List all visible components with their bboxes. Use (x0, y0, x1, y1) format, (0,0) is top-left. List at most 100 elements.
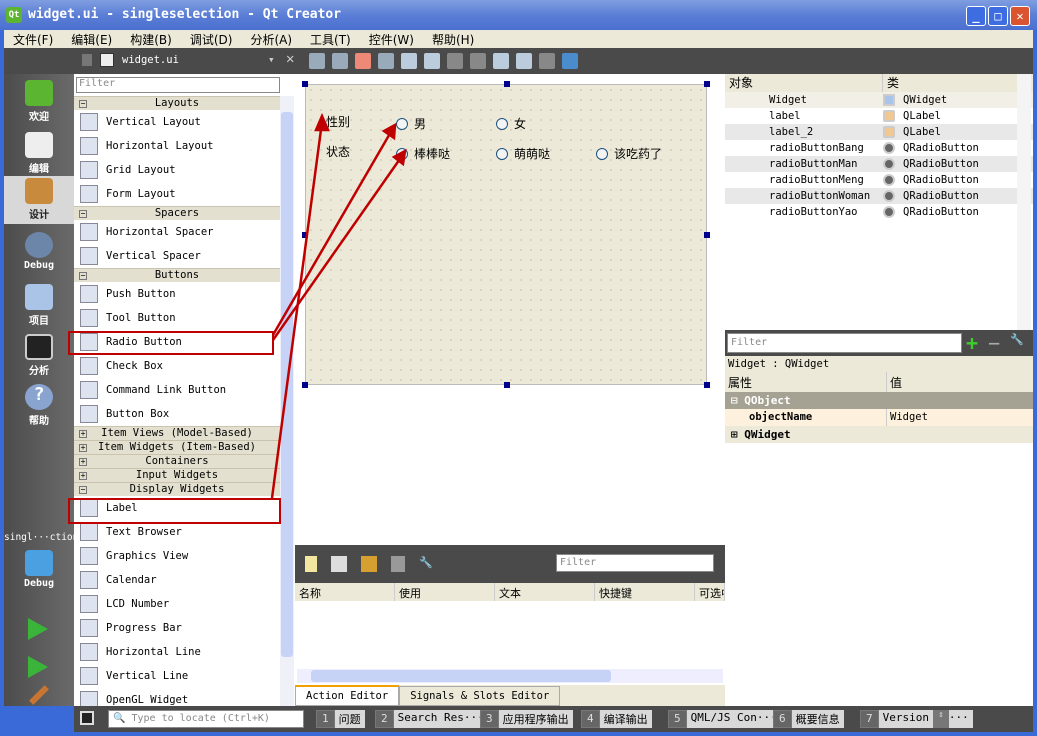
object-row[interactable]: radioButtonWoman QRadioButton (725, 188, 1033, 204)
column-value[interactable]: 值 (887, 372, 905, 392)
form-canvas[interactable]: 性别 状态 男 女 棒棒哒 萌萌哒 该吃药了 (305, 84, 707, 385)
mode-edit[interactable]: 编辑 (4, 130, 74, 180)
category-header[interactable]: + Containers (74, 454, 280, 468)
widget-item[interactable]: Horizontal Layout (74, 134, 280, 158)
group-qobject[interactable]: ⊟ QObject (725, 392, 1033, 409)
output-pane-button[interactable]: 1 问题 (316, 710, 365, 728)
category-header[interactable]: + Input Widgets (74, 468, 280, 482)
tab-action-editor[interactable]: Action Editor (295, 685, 400, 706)
widget-item[interactable]: LCD Number (74, 592, 280, 616)
collapse-icon[interactable]: − (79, 210, 87, 218)
widget-item[interactable]: Command Link Button (74, 378, 280, 402)
widget-filter-input[interactable]: Filter (76, 77, 280, 93)
category-header[interactable]: − Spacers (74, 206, 280, 220)
output-pane-button[interactable]: 7 Version Co··· (860, 710, 973, 728)
add-property-icon[interactable]: + (966, 331, 978, 355)
mode-welcome[interactable]: 欢迎 (4, 78, 74, 128)
radio-woman[interactable]: 女 (496, 115, 526, 132)
widget-item[interactable]: Grid Layout (74, 158, 280, 182)
output-pane-button[interactable]: 2 Search Res··· (375, 710, 488, 728)
object-row[interactable]: radioButtonBang QRadioButton (725, 140, 1033, 156)
widget-item[interactable]: Vertical Spacer (74, 244, 280, 268)
category-header[interactable]: − Layouts (74, 96, 280, 110)
widget-item[interactable]: Form Layout (74, 182, 280, 206)
category-header[interactable]: + Item Views (Model-Based) (74, 426, 280, 440)
property-row-objectname[interactable]: objectName Widget (725, 409, 1033, 426)
widget-item[interactable]: Push Button (74, 282, 280, 306)
expand-icon[interactable]: + (79, 472, 87, 480)
mode-debug[interactable]: Debug (4, 230, 74, 280)
adjust-size-icon[interactable] (562, 53, 578, 69)
column-object[interactable]: 对象 (725, 74, 883, 92)
layout-form-icon[interactable] (493, 53, 509, 69)
widget-item[interactable]: Text Browser (74, 520, 280, 544)
resize-handle[interactable] (302, 81, 308, 87)
run-icon[interactable] (28, 618, 48, 640)
layout-horizontal-icon[interactable] (401, 53, 417, 69)
new-action-icon[interactable] (305, 556, 317, 572)
build-hammer-icon[interactable] (29, 685, 49, 705)
expand-icon[interactable]: + (79, 430, 87, 438)
close-document-icon[interactable]: ✕ (286, 51, 294, 67)
object-row[interactable]: radioButtonMan QRadioButton (725, 156, 1033, 172)
menu-help[interactable]: 帮助(H) (423, 30, 483, 49)
radio-man[interactable]: 男 (396, 115, 426, 132)
collapse-icon[interactable]: − (79, 100, 87, 108)
column-shortcut[interactable]: 快捷键 (595, 583, 695, 601)
widget-item[interactable]: Graphics View (74, 544, 280, 568)
layout-splitter-v-icon[interactable] (470, 53, 486, 69)
edit-signals-icon[interactable] (332, 53, 348, 69)
category-header[interactable]: − Display Widgets (74, 482, 280, 496)
remove-property-icon[interactable]: − (988, 331, 1000, 355)
object-row[interactable]: label_2 QLabel (725, 124, 1033, 140)
category-header[interactable]: − Buttons (74, 268, 280, 282)
output-pane-button[interactable]: 6 概要信息 (773, 710, 844, 728)
locator-input[interactable]: 🔍 Type to locate (Ctrl+K) (108, 710, 304, 728)
settings-wrench-icon[interactable]: 🔧 (419, 556, 435, 572)
resize-handle[interactable] (704, 81, 710, 87)
label-status[interactable]: 状态 (326, 143, 350, 160)
radio-yao[interactable]: 该吃药了 (596, 145, 662, 162)
resize-handle[interactable] (504, 382, 510, 388)
break-layout-icon[interactable] (539, 53, 555, 69)
group-qwidget[interactable]: ⊞ QWidget (725, 426, 1033, 443)
edit-widgets-icon[interactable] (309, 53, 325, 69)
column-text[interactable]: 文本 (495, 583, 595, 601)
object-row[interactable]: Widget QWidget (725, 92, 1033, 108)
expand-icon[interactable]: + (79, 458, 87, 466)
menu-tools[interactable]: 工具(T) (301, 30, 360, 49)
menu-edit[interactable]: 编辑(E) (62, 30, 121, 49)
resize-handle[interactable] (302, 382, 308, 388)
resize-handle[interactable] (704, 382, 710, 388)
mode-analyze[interactable]: 分析 (4, 332, 74, 382)
minimize-button[interactable]: _ (966, 6, 986, 26)
radio-meng[interactable]: 萌萌哒 (496, 145, 550, 162)
widget-item[interactable]: Vertical Layout (74, 110, 280, 134)
widget-item[interactable]: Progress Bar (74, 616, 280, 640)
layout-vertical-icon[interactable] (424, 53, 440, 69)
resize-handle[interactable] (704, 232, 710, 238)
layout-grid-icon[interactable] (516, 53, 532, 69)
menu-analyze[interactable]: 分析(A) (241, 30, 301, 49)
widget-box-scrollbar[interactable] (280, 96, 294, 706)
mode-projects[interactable]: 项目 (4, 282, 74, 332)
mode-design[interactable]: 设计 (4, 176, 74, 224)
tab-signals-slots[interactable]: Signals & Slots Editor (399, 686, 561, 706)
copy-action-icon[interactable] (331, 556, 347, 572)
widget-item[interactable]: Check Box (74, 354, 280, 378)
object-row[interactable]: label QLabel (725, 108, 1033, 124)
debug-run-icon[interactable] (28, 656, 48, 678)
property-value[interactable]: Widget (887, 409, 928, 426)
kit-selector[interactable]: Debug (4, 548, 74, 598)
menu-widgets[interactable]: 控件(W) (360, 30, 423, 49)
menu-build[interactable]: 构建(B) (121, 30, 181, 49)
widget-item[interactable]: Label (74, 496, 280, 520)
output-pane-button[interactable]: 4 编译输出 (581, 710, 652, 728)
edit-buddies-icon[interactable] (355, 53, 371, 69)
widget-item[interactable]: Button Box (74, 402, 280, 426)
radio-bang[interactable]: 棒棒哒 (396, 145, 450, 162)
widget-item[interactable]: Horizontal Spacer (74, 220, 280, 244)
column-class[interactable]: 类 (883, 74, 899, 92)
edit-tab-order-icon[interactable] (378, 53, 394, 69)
widget-item[interactable]: Calendar (74, 568, 280, 592)
